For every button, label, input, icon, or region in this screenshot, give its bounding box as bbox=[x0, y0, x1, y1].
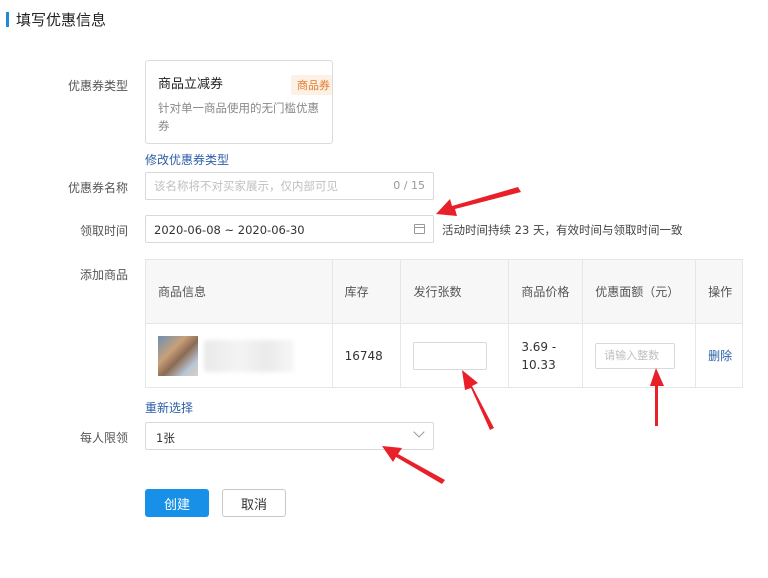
section-header: 填写优惠信息 bbox=[6, 9, 106, 29]
discount-amount-input[interactable] bbox=[595, 342, 676, 369]
add-goods-label: 添加商品 bbox=[79, 268, 128, 282]
cancel-button[interactable]: 取消 bbox=[222, 489, 286, 517]
header-price: 商品价格 bbox=[508, 259, 584, 324]
coupon-name-field[interactable]: 0 / 15 bbox=[145, 172, 434, 200]
delete-link[interactable]: 删除 bbox=[708, 349, 732, 363]
header-action: 操作 bbox=[695, 259, 743, 324]
coupon-type-card[interactable]: 商品立减券 商品券 针对单一商品使用的无门槛优惠券 bbox=[145, 60, 333, 144]
product-name-blurred bbox=[204, 339, 294, 372]
create-button[interactable]: 创建 bbox=[145, 489, 209, 517]
coupon-type-label: 优惠券类型 bbox=[67, 79, 128, 93]
reselect-goods-link[interactable]: 重新选择 bbox=[145, 399, 193, 416]
date-range-value: 2020-06-08 ~ 2020-06-30 bbox=[154, 223, 305, 237]
price-cell: 3.69 - 10.33 bbox=[508, 323, 584, 388]
date-range-picker[interactable]: 2020-06-08 ~ 2020-06-30 bbox=[145, 215, 434, 243]
per-person-limit-select[interactable]: 1张 bbox=[145, 422, 434, 450]
header-issue-qty: 发行张数 bbox=[400, 259, 510, 324]
claim-time-label: 领取时间 bbox=[79, 224, 128, 238]
action-cell: 删除 bbox=[695, 323, 743, 388]
table-row: 16748 3.69 - 10.33 删除 bbox=[145, 323, 743, 388]
annotation-arrow-date bbox=[436, 187, 521, 216]
per-person-limit-label: 每人限领 bbox=[79, 431, 128, 445]
coupon-type-badge: 商品券 bbox=[291, 75, 332, 95]
section-title: 填写优惠信息 bbox=[16, 10, 107, 29]
limit-select-value: 1张 bbox=[156, 431, 175, 445]
section-accent-bar bbox=[6, 11, 9, 27]
calendar-icon[interactable] bbox=[414, 224, 425, 234]
goods-info-cell bbox=[145, 323, 333, 388]
chevron-down-icon bbox=[413, 426, 425, 438]
table-header-row: 商品信息 库存 发行张数 商品价格 优惠面额（元） 操作 bbox=[145, 259, 743, 324]
annotation-arrow-limit bbox=[382, 446, 445, 484]
issue-qty-cell bbox=[400, 323, 510, 388]
header-goods-info: 商品信息 bbox=[145, 259, 333, 324]
stock-cell: 16748 bbox=[331, 323, 402, 388]
goods-table: 商品信息 库存 发行张数 商品价格 优惠面额（元） 操作 16748 3.69 … bbox=[145, 259, 743, 388]
header-discount: 优惠面额（元） bbox=[582, 259, 697, 324]
coupon-name-label: 优惠券名称 bbox=[67, 181, 128, 195]
issue-qty-input[interactable] bbox=[413, 341, 488, 370]
coupon-name-input[interactable] bbox=[146, 173, 376, 199]
product-thumbnail bbox=[158, 335, 198, 376]
coupon-type-name: 商品立减券 bbox=[158, 77, 224, 92]
header-stock: 库存 bbox=[331, 259, 402, 324]
coupon-type-description: 针对单一商品使用的无门槛优惠券 bbox=[158, 101, 319, 133]
discount-cell bbox=[582, 323, 697, 388]
char-counter: 0 / 15 bbox=[393, 179, 425, 192]
modify-coupon-type-link[interactable]: 修改优惠券类型 bbox=[145, 151, 229, 168]
date-duration-note: 活动时间持续 23 天，有效时间与领取时间一致 bbox=[442, 223, 683, 237]
